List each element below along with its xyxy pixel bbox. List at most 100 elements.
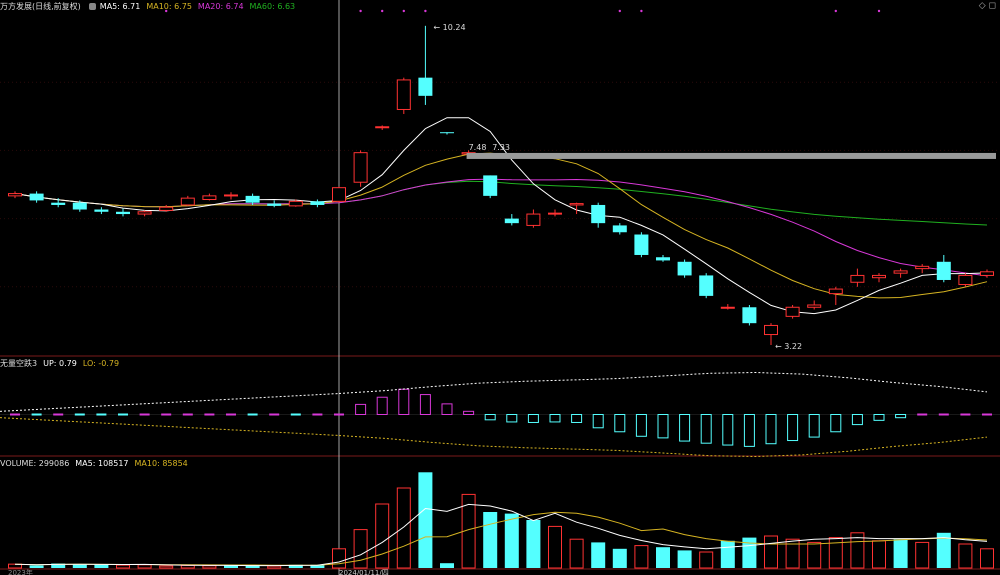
marker-dot — [834, 9, 837, 13]
candle-body — [612, 225, 627, 233]
candle-body — [8, 193, 22, 197]
indicator-bar — [982, 413, 992, 416]
indicator-bar — [743, 414, 755, 447]
candle-body — [548, 212, 562, 215]
candle-body — [807, 304, 822, 308]
candle-body — [893, 270, 908, 274]
candle — [699, 273, 714, 299]
volume-bar — [418, 472, 433, 568]
volume-bar — [872, 540, 886, 569]
candle — [94, 207, 109, 215]
lo-line-lead — [0, 417, 340, 436]
indicator-bar — [182, 413, 193, 416]
indicator-bar — [96, 413, 107, 416]
candle-body — [785, 306, 800, 317]
candle-body — [677, 261, 692, 276]
volume-bar — [569, 538, 584, 569]
candle — [137, 210, 152, 217]
volume-bar — [94, 564, 109, 568]
lo-line — [338, 435, 988, 458]
indicator-bar — [139, 413, 150, 416]
indicator-bar — [506, 414, 518, 423]
level-b-label: 7.33 — [492, 143, 510, 152]
indicator-bar — [334, 413, 344, 416]
indicator-bar — [938, 413, 949, 416]
indicator-bar — [851, 414, 863, 426]
candle — [720, 304, 735, 310]
ma5-value: MA5: 6.71 — [99, 2, 141, 11]
candle-body — [936, 261, 951, 280]
candle — [483, 175, 498, 199]
indicator-bar — [312, 413, 323, 416]
candle-body — [72, 202, 87, 210]
candle-body — [375, 126, 390, 129]
volume-bar — [677, 550, 692, 568]
marker-dot — [618, 9, 621, 13]
indicator-bar — [161, 413, 172, 416]
settings-icon[interactable] — [88, 3, 96, 10]
volume-bar — [893, 539, 908, 568]
candle-body — [440, 132, 454, 134]
volume-bar — [440, 563, 454, 568]
candle-body — [94, 209, 109, 212]
corner-controls[interactable]: ◇ ◻ — [979, 0, 996, 12]
volume-bar — [180, 564, 195, 569]
candle — [440, 132, 454, 135]
indicator-bar — [290, 413, 301, 416]
indicator-bar — [441, 403, 453, 415]
chart-grid — [0, 0, 1000, 575]
candle-body — [634, 234, 649, 255]
ma20-line — [14, 178, 988, 277]
candle-body — [720, 306, 735, 309]
candle-body — [850, 274, 865, 283]
marker-dot — [640, 9, 643, 13]
candle-body — [699, 275, 714, 296]
candle-body — [245, 195, 260, 203]
candle — [202, 193, 217, 201]
indicator-bar — [765, 414, 777, 445]
candle-body — [310, 201, 325, 205]
volume-bar — [612, 548, 627, 568]
volume-panel — [8, 472, 994, 569]
candle-body — [288, 200, 303, 207]
chart-title: 万方发展(日线,前复权) — [0, 2, 81, 11]
candle — [29, 191, 44, 203]
indicator-panel — [0, 371, 1000, 458]
candle-body — [958, 274, 973, 286]
candle-body — [224, 194, 238, 197]
candle — [872, 273, 886, 283]
candlesticks — [8, 25, 994, 345]
volume-bar — [332, 548, 346, 569]
high-label: ← 10.24 — [433, 23, 465, 32]
candle — [548, 209, 562, 217]
volume-bar — [396, 487, 411, 569]
indicator-bar — [484, 414, 496, 421]
indicator-bar — [74, 413, 85, 416]
volume-value: VOLUME: 299086 — [0, 459, 70, 468]
candle-body — [742, 307, 757, 324]
volume-bar — [29, 565, 44, 568]
candle — [116, 208, 130, 217]
indicator-bar — [527, 414, 539, 423]
volume-bar — [353, 529, 368, 569]
candle — [504, 214, 519, 226]
indicator-bar — [571, 414, 583, 423]
candle — [634, 232, 649, 258]
candle-body — [332, 187, 346, 202]
stock-chart[interactable]: ← 10.24 ← 3.22 7.48 7.33 2023年 2024/01/11/四 — [0, 0, 1000, 575]
indicator-bar — [226, 413, 236, 416]
volume-bar — [591, 542, 606, 568]
candle-body — [483, 175, 498, 196]
indicator-bar — [53, 413, 64, 416]
volume-bar — [915, 541, 930, 569]
indicator-bar — [10, 413, 20, 416]
indicator-bar — [830, 414, 842, 433]
candle — [893, 268, 908, 278]
marker-dot — [359, 9, 362, 13]
indicator-bar — [787, 414, 799, 442]
candle-body — [159, 206, 174, 211]
candle — [958, 273, 973, 287]
candle — [742, 304, 757, 326]
marker-dot — [381, 9, 384, 13]
candle — [418, 25, 433, 105]
